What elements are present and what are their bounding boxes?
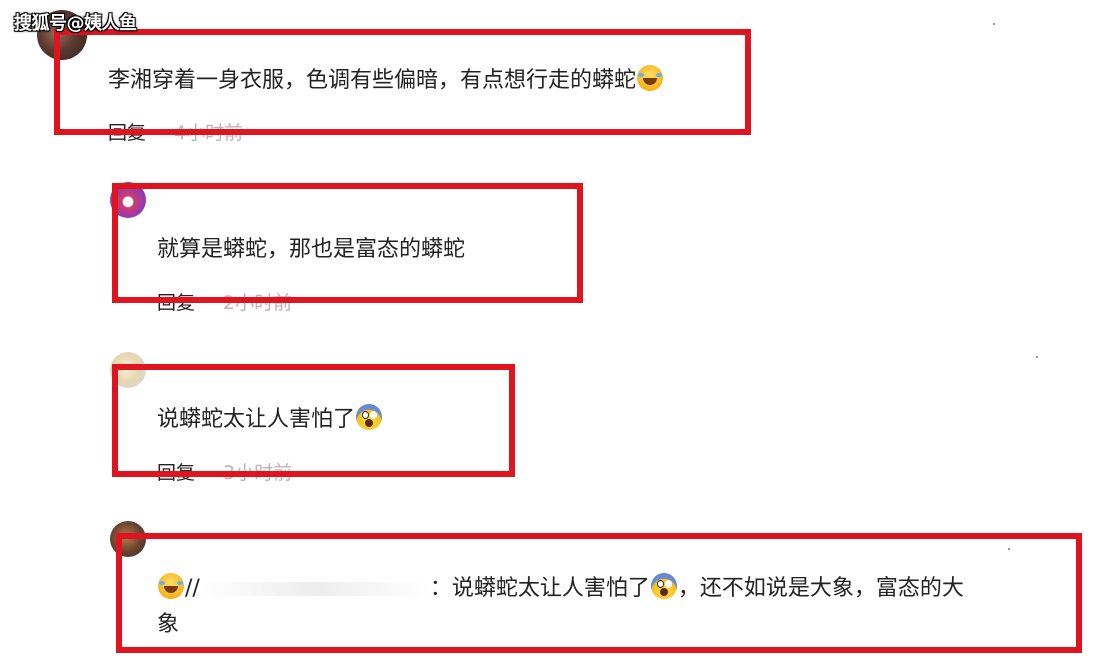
highlight-box [54,29,751,135]
stray-mark [1036,356,1038,358]
highlight-box [112,364,515,477]
highlight-box [116,533,1082,653]
watermark: 搜狐号@姨人鱼 [14,13,137,34]
stray-mark [993,23,995,25]
highlight-box [112,183,583,303]
